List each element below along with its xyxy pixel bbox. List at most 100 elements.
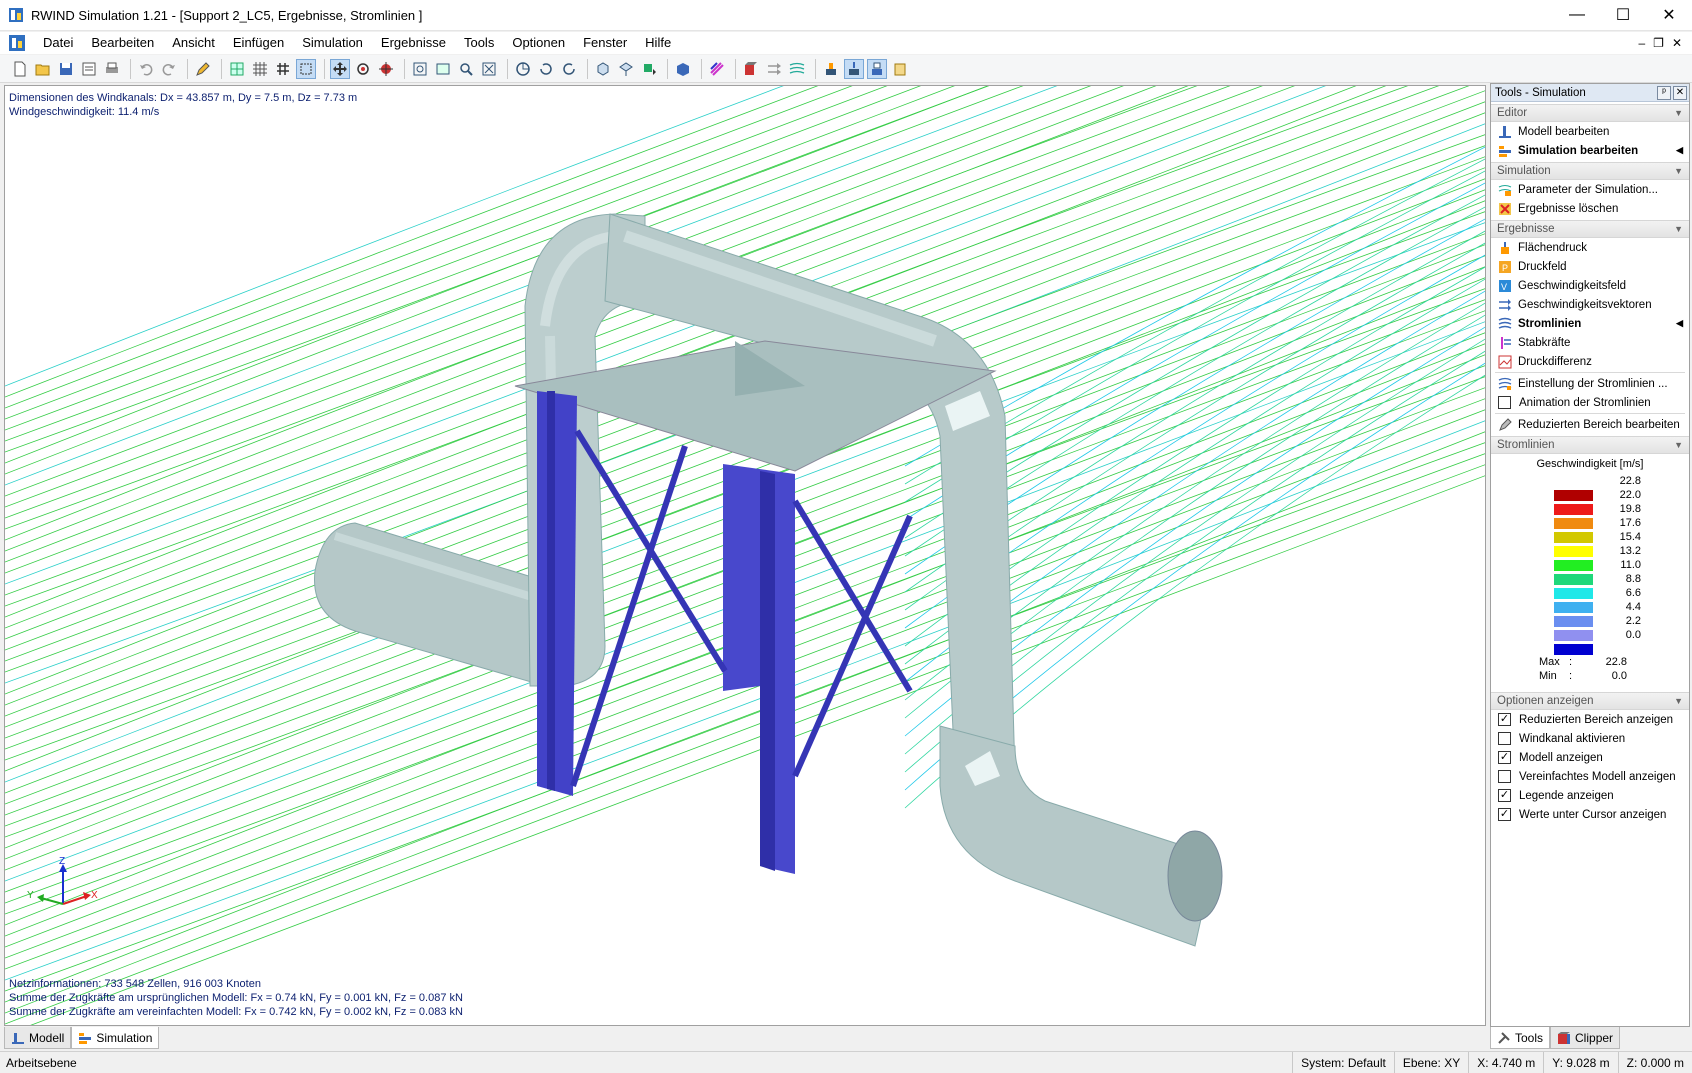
zoom-out-icon[interactable] <box>479 59 499 79</box>
animation-checkbox[interactable] <box>1498 396 1511 409</box>
zoom-window-icon[interactable] <box>433 59 453 79</box>
legend-row: 13.2 <box>1491 544 1689 558</box>
item-flaechendruck[interactable]: Flächendruck <box>1491 238 1689 257</box>
grid-icon[interactable] <box>250 59 270 79</box>
section-stromlinien[interactable]: Stromlinien▼ <box>1491 436 1689 454</box>
toolbar-separator <box>735 59 736 79</box>
model-solid-icon[interactable] <box>741 59 761 79</box>
option-checkbox[interactable] <box>1498 770 1511 783</box>
clipboard-icon[interactable] <box>890 59 910 79</box>
zoom-all-icon[interactable] <box>410 59 430 79</box>
item-reduzierten-bereich-bearbeiten[interactable]: Reduzierten Bereich bearbeiten <box>1491 415 1689 434</box>
minimize-button[interactable]: — <box>1554 0 1600 31</box>
option-item[interactable]: ✓Werte unter Cursor anzeigen <box>1491 805 1689 824</box>
option-checkbox[interactable]: ✓ <box>1498 789 1511 802</box>
zoom-3d-icon[interactable] <box>376 59 396 79</box>
menu-simulation[interactable]: Simulation <box>293 32 372 54</box>
mdi-minimize-button[interactable]: – <box>1638 36 1645 50</box>
undo-icon[interactable] <box>136 59 156 79</box>
menu-hilfe[interactable]: Hilfe <box>636 32 680 54</box>
menu-optionen[interactable]: Optionen <box>503 32 574 54</box>
item-parameter[interactable]: Parameter der Simulation... <box>1491 180 1689 199</box>
view-top-icon[interactable] <box>616 59 636 79</box>
section-ergebnisse[interactable]: Ergebnisse▼ <box>1491 220 1689 238</box>
tab-tools[interactable]: Tools <box>1490 1027 1550 1049</box>
view-rotate-right-icon[interactable] <box>559 59 579 79</box>
results-icon[interactable] <box>844 59 864 79</box>
menu-datei[interactable]: Datei <box>34 32 82 54</box>
save-icon[interactable] <box>56 59 76 79</box>
section-simulation[interactable]: Simulation▼ <box>1491 162 1689 180</box>
item-druckdifferenz[interactable]: Druckdifferenz <box>1491 352 1689 371</box>
item-ergebnisse-loeschen[interactable]: Ergebnisse löschen <box>1491 199 1689 218</box>
tab-simulation[interactable]: Simulation <box>71 1027 159 1049</box>
item-modell-bearbeiten[interactable]: Modell bearbeiten <box>1491 122 1689 141</box>
mesh-icon[interactable] <box>227 59 247 79</box>
mdi-close-button[interactable]: ✕ <box>1672 36 1682 50</box>
item-label: Einstellung der Stromlinien ... <box>1518 378 1668 390</box>
menu-bar: Datei Bearbeiten Ansicht Einfügen Simula… <box>0 32 1692 54</box>
3d-viewport[interactable]: Dimensionen des Windkanals: Dx = 43.857 … <box>4 85 1486 1026</box>
item-animation-stromlinien[interactable]: Animation der Stromlinien <box>1491 393 1689 412</box>
option-item[interactable]: ✓Reduzierten Bereich anzeigen <box>1491 710 1689 729</box>
option-checkbox[interactable]: ✓ <box>1498 751 1511 764</box>
results-values-icon[interactable] <box>867 59 887 79</box>
menu-einfuegen[interactable]: Einfügen <box>224 32 293 54</box>
rotate-icon[interactable] <box>353 59 373 79</box>
redo-icon[interactable] <box>159 59 179 79</box>
option-item[interactable]: Windkanal aktivieren <box>1491 729 1689 748</box>
item-simulation-bearbeiten[interactable]: Simulation bearbeiten ◀ <box>1491 141 1689 160</box>
pin-icon[interactable]: ᵖ <box>1657 86 1671 100</box>
tab-clipper[interactable]: Clipper <box>1550 1027 1620 1049</box>
view-rotate-left-icon[interactable] <box>536 59 556 79</box>
color-scheme-icon[interactable] <box>707 59 727 79</box>
item-label: Ergebnisse löschen <box>1518 203 1618 215</box>
display-mode-icon[interactable] <box>673 59 693 79</box>
item-geschwindigkeitsvektoren[interactable]: Geschwindigkeitsvektoren <box>1491 295 1689 314</box>
select-area-icon[interactable] <box>296 59 316 79</box>
item-stromlinien[interactable]: Stromlinien ◀ <box>1491 314 1689 333</box>
snap-grid-icon[interactable] <box>273 59 293 79</box>
open-folder-icon[interactable] <box>33 59 53 79</box>
option-checkbox[interactable]: ✓ <box>1498 808 1511 821</box>
item-geschwindigkeitsfeld[interactable]: V Geschwindigkeitsfeld <box>1491 276 1689 295</box>
menu-ergebnisse[interactable]: Ergebnisse <box>372 32 455 54</box>
print-preview-icon[interactable] <box>79 59 99 79</box>
option-item[interactable]: ✓Modell anzeigen <box>1491 748 1689 767</box>
edit-pencil-icon[interactable] <box>193 59 213 79</box>
print-icon[interactable] <box>102 59 122 79</box>
zoom-in-icon[interactable] <box>456 59 476 79</box>
view-front-icon[interactable] <box>593 59 613 79</box>
option-checkbox[interactable]: ✓ <box>1498 713 1511 726</box>
panel-close-icon[interactable]: ✕ <box>1673 86 1687 100</box>
new-file-icon[interactable] <box>10 59 30 79</box>
panel-title: Tools - Simulation <box>1495 87 1657 99</box>
streamlines-icon[interactable] <box>787 59 807 79</box>
option-item[interactable]: Vereinfachtes Modell anzeigen <box>1491 767 1689 786</box>
menu-fenster[interactable]: Fenster <box>574 32 636 54</box>
move-icon[interactable] <box>330 59 350 79</box>
option-checkbox[interactable] <box>1498 732 1511 745</box>
view-iso-icon[interactable] <box>513 59 533 79</box>
axis-triad: Z Y X <box>25 856 105 916</box>
mdi-restore-button[interactable]: ❐ <box>1653 36 1664 50</box>
section-optionen[interactable]: Optionen anzeigen▼ <box>1491 692 1689 710</box>
close-button[interactable]: ✕ <box>1646 0 1692 31</box>
item-stabkraefte[interactable]: Stabkräfte <box>1491 333 1689 352</box>
item-einstellung-stromlinien[interactable]: Einstellung der Stromlinien ... <box>1491 374 1689 393</box>
simulation-scene[interactable] <box>5 86 1486 1026</box>
option-item[interactable]: ✓Legende anzeigen <box>1491 786 1689 805</box>
item-druckfeld[interactable]: P Druckfeld <box>1491 257 1689 276</box>
view-options-icon[interactable] <box>639 59 659 79</box>
section-editor[interactable]: Editor▼ <box>1491 104 1689 122</box>
document-icon[interactable] <box>8 34 26 52</box>
menu-tools[interactable]: Tools <box>455 32 503 54</box>
tab-model[interactable]: Modell <box>4 1027 71 1049</box>
arrows-icon[interactable] <box>764 59 784 79</box>
menu-bearbeiten[interactable]: Bearbeiten <box>82 32 163 54</box>
legend-value: 11.0 <box>1593 559 1641 571</box>
menu-ansicht[interactable]: Ansicht <box>163 32 224 54</box>
layer-icon[interactable] <box>821 59 841 79</box>
maximize-button[interactable]: ☐ <box>1600 0 1646 31</box>
streamline-settings-icon <box>1497 376 1512 391</box>
